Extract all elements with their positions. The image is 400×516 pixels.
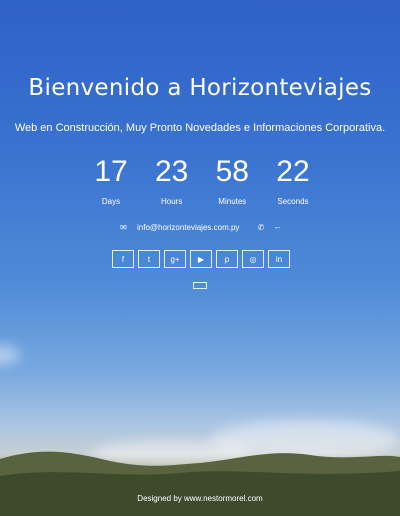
facebook-icon: f — [121, 254, 125, 264]
instagram-icon: ◎ — [249, 254, 257, 264]
linkedin-button[interactable]: in — [268, 250, 290, 268]
countdown-value: 22 — [276, 155, 310, 188]
phone-info: ✆ -- — [254, 223, 284, 232]
linkedin-icon: in — [275, 254, 283, 264]
social-links: f t g+ ▶ p ◎ in — [112, 250, 292, 270]
countdown-hours: 23 Hours — [143, 155, 201, 210]
countdown-seconds: 22 Seconds — [264, 155, 322, 210]
pinterest-button[interactable]: p — [216, 250, 238, 268]
email-text: info@horizonteviajes.com.py — [137, 223, 240, 232]
envelope-icon: ✉ — [120, 223, 127, 232]
footer-credit[interactable]: Designed by www.nestormorel.com — [0, 494, 400, 503]
pinterest-icon: p — [224, 254, 230, 264]
google-plus-icon: g+ — [170, 254, 180, 264]
countdown-days: 17 Days — [82, 155, 140, 210]
countdown-minutes: 58 Minutes — [203, 155, 261, 210]
youtube-button[interactable]: ▶ — [190, 250, 212, 268]
phone-icon: ✆ — [257, 223, 265, 232]
cloud — [0, 345, 20, 365]
countdown-label: Hours — [160, 197, 183, 206]
youtube-icon: ▶ — [197, 254, 205, 264]
countdown-value: 58 — [215, 155, 249, 188]
google-plus-button[interactable]: g+ — [164, 250, 186, 268]
scroll-button[interactable] — [193, 282, 207, 289]
phone-text: -- — [274, 223, 280, 232]
countdown-timer: 17 Days 23 Hours 58 Minutes 22 Seconds — [82, 155, 322, 210]
page-subtitle: Web en Construcción, Muy Pronto Novedade… — [14, 122, 386, 134]
twitter-button[interactable]: t — [138, 250, 160, 268]
email-link[interactable]: ✉ info@horizonteviajes.com.py — [116, 223, 243, 232]
contact-info: ✉ info@horizonteviajes.com.py ✆ -- — [0, 223, 400, 232]
countdown-label: Days — [101, 197, 121, 206]
countdown-label: Minutes — [218, 197, 247, 206]
countdown-value: 23 — [154, 155, 189, 188]
instagram-button[interactable]: ◎ — [242, 250, 264, 268]
facebook-button[interactable]: f — [112, 250, 134, 268]
countdown-value: 17 — [94, 155, 128, 188]
countdown-label: Seconds — [277, 197, 309, 206]
twitter-icon: t — [147, 254, 151, 264]
page-title: Bienvenido a Horizonteviajes — [28, 75, 372, 101]
mountain-landscape — [0, 451, 400, 516]
